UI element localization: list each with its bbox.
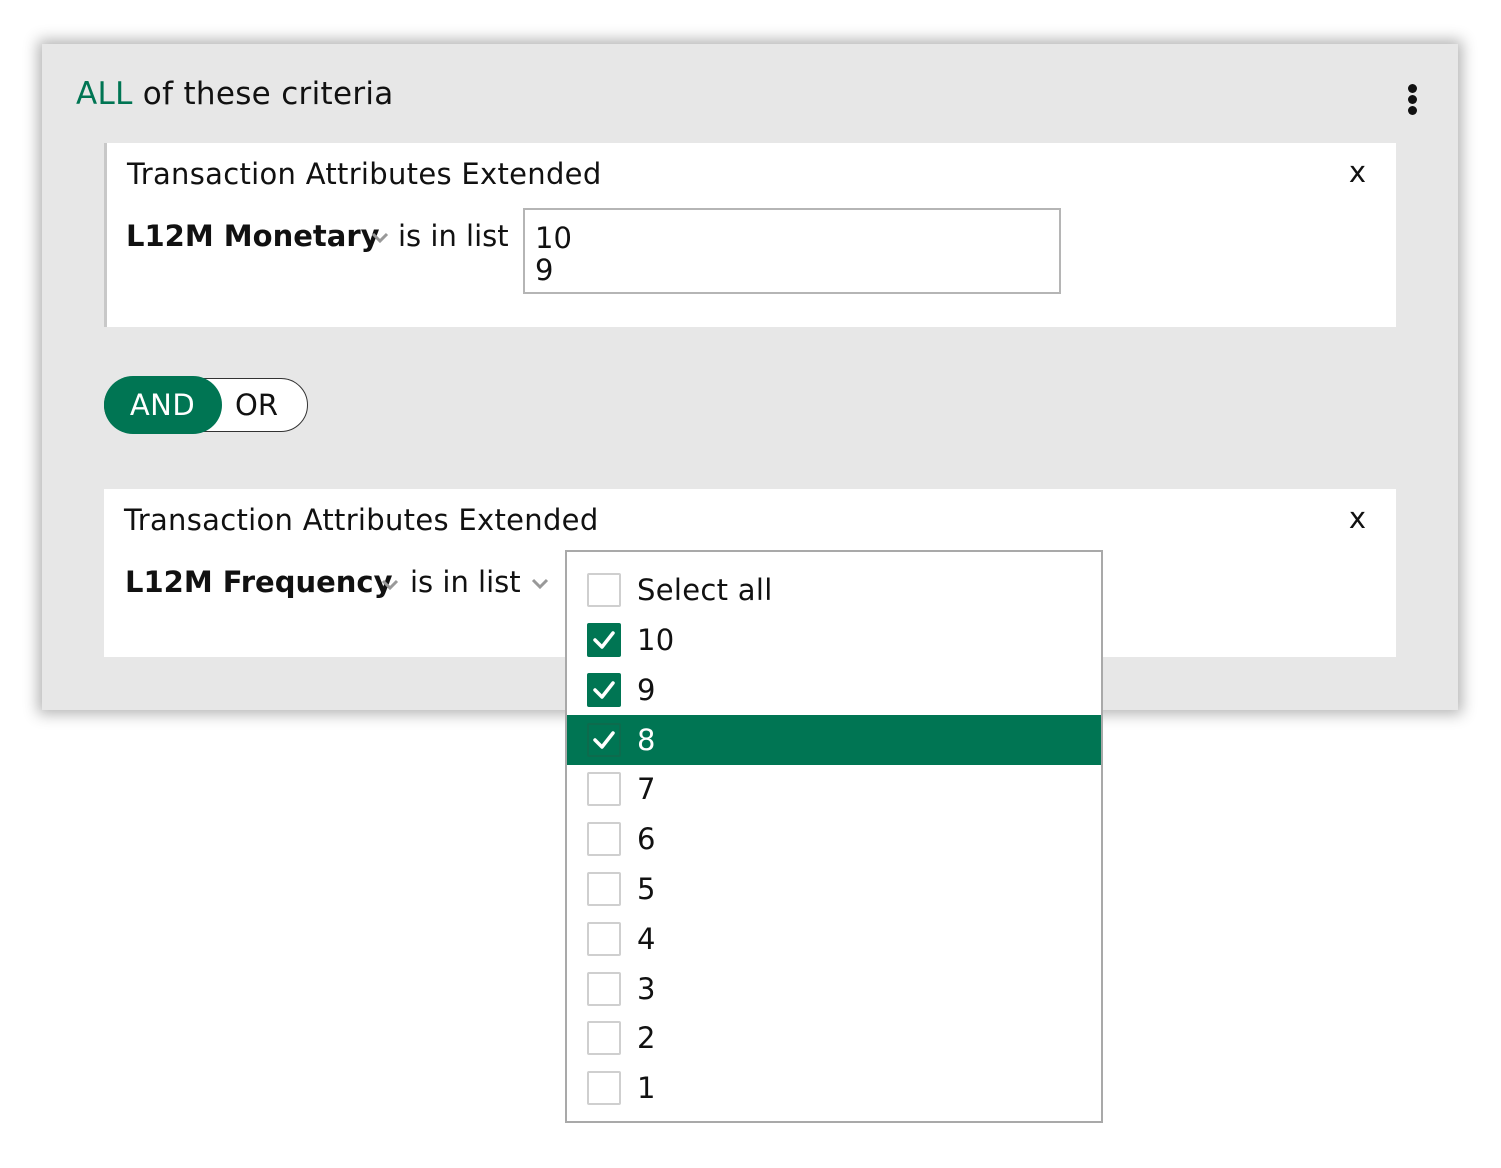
list-item[interactable]: 10 xyxy=(567,615,1101,665)
checkbox[interactable] xyxy=(587,623,621,657)
list-item[interactable]: 1 xyxy=(567,1063,1101,1113)
option-label: 8 xyxy=(637,722,656,757)
option-label: 1 xyxy=(637,1071,656,1106)
operator-selector[interactable]: is in list xyxy=(410,565,521,599)
criterion-title: Transaction Attributes Extended xyxy=(124,503,599,537)
remove-criterion-button[interactable]: x xyxy=(1349,501,1366,535)
option-label: 9 xyxy=(637,672,656,707)
option-label: 4 xyxy=(637,921,656,956)
criteria-quantifier[interactable]: ALL xyxy=(76,76,133,112)
option-label: 2 xyxy=(637,1021,656,1056)
list-item[interactable]: 2 xyxy=(567,1013,1101,1063)
checkbox[interactable] xyxy=(587,822,621,857)
list-item[interactable]: 5 xyxy=(567,864,1101,914)
and-or-toggle[interactable]: AND OR xyxy=(103,376,308,434)
list-item[interactable]: 3 xyxy=(567,964,1101,1014)
list-item[interactable]: 9 xyxy=(567,665,1101,715)
chevron-down-icon[interactable] xyxy=(531,578,549,590)
value-item: 10 xyxy=(535,221,572,255)
checkbox[interactable] xyxy=(587,672,621,707)
criteria-group-title: ALL of these criteria xyxy=(76,76,394,112)
list-item[interactable]: 7 xyxy=(567,764,1101,814)
criteria-title-rest: of these criteria xyxy=(132,76,394,112)
checkbox[interactable] xyxy=(587,872,621,906)
value-dropdown-list[interactable]: Select all 10 9 8 7 6 5 4 3 2 1 xyxy=(565,550,1103,1123)
checkbox[interactable] xyxy=(587,772,621,807)
option-label: Select all xyxy=(637,573,773,607)
select-all-option[interactable]: Select all xyxy=(567,565,1101,615)
chevron-down-icon[interactable] xyxy=(371,232,389,244)
criterion-title: Transaction Attributes Extended xyxy=(127,157,602,191)
operator-label: is in list xyxy=(398,219,509,253)
checkbox[interactable] xyxy=(587,722,621,757)
option-label: 3 xyxy=(637,971,656,1006)
kebab-menu-icon[interactable] xyxy=(1398,82,1428,118)
value-list-box[interactable]: 10 9 xyxy=(523,208,1061,294)
value-item: 9 xyxy=(535,253,554,287)
checkbox[interactable] xyxy=(587,1071,621,1106)
field-selector[interactable]: L12M Monetary xyxy=(126,219,380,253)
list-item[interactable]: 4 xyxy=(567,914,1101,964)
or-option[interactable]: OR xyxy=(235,379,278,431)
checkbox[interactable] xyxy=(587,573,621,607)
field-selector[interactable]: L12M Frequency xyxy=(125,565,393,599)
checkmark-icon xyxy=(593,631,615,649)
checkbox[interactable] xyxy=(587,971,621,1006)
checkbox[interactable] xyxy=(587,921,621,956)
list-item[interactable]: 8 xyxy=(567,714,1101,765)
option-label: 7 xyxy=(637,772,656,807)
remove-criterion-button[interactable]: x xyxy=(1349,155,1366,189)
list-item[interactable]: 6 xyxy=(567,814,1101,864)
option-label: 6 xyxy=(637,822,656,857)
checkbox[interactable] xyxy=(587,1021,621,1056)
chevron-down-icon[interactable] xyxy=(381,579,399,591)
option-label: 5 xyxy=(637,872,656,906)
and-option[interactable]: AND xyxy=(103,376,222,434)
checkmark-icon xyxy=(593,681,615,699)
option-label: 10 xyxy=(637,623,675,657)
checkmark-icon xyxy=(593,730,615,749)
